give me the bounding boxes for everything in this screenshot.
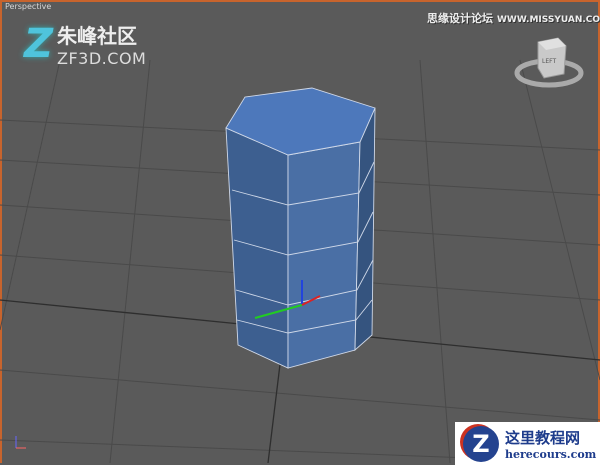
grid-and-object [0, 59, 600, 463]
zf3d-cn: 朱峰社区 [57, 24, 138, 48]
perspective-viewport[interactable]: Perspective Z 朱峰社区 ZF3D.COM 思缘设计论坛 WWW.MI… [0, 0, 600, 465]
zf3d-url: ZF3D.COM [57, 49, 147, 68]
hexagonal-prism [225, 87, 376, 369]
herecours-cn: 这里教程网 [505, 428, 581, 447]
herecours-watermark: Z 这里教程网 herecours.com [455, 422, 600, 465]
axis-tripod-icon [15, 436, 26, 449]
missyuan-watermark: 思缘设计论坛 WWW.MISSYUAN.COM [427, 10, 600, 26]
viewcube-face-label: LEFT [542, 58, 557, 65]
zf3d-watermark: Z 朱峰社区 ZF3D.COM [24, 20, 146, 68]
forum-url: WWW.MISSYUAN.COM [497, 15, 600, 25]
zf3d-logo-mark: Z [24, 21, 54, 67]
herecours-logo: Z [463, 425, 499, 462]
viewport-label[interactable]: Perspective [5, 2, 51, 11]
viewcube[interactable]: LEFT [514, 30, 584, 94]
herecours-url: herecours.com [505, 447, 597, 461]
forum-cn: 思缘设计论坛 [427, 12, 493, 25]
